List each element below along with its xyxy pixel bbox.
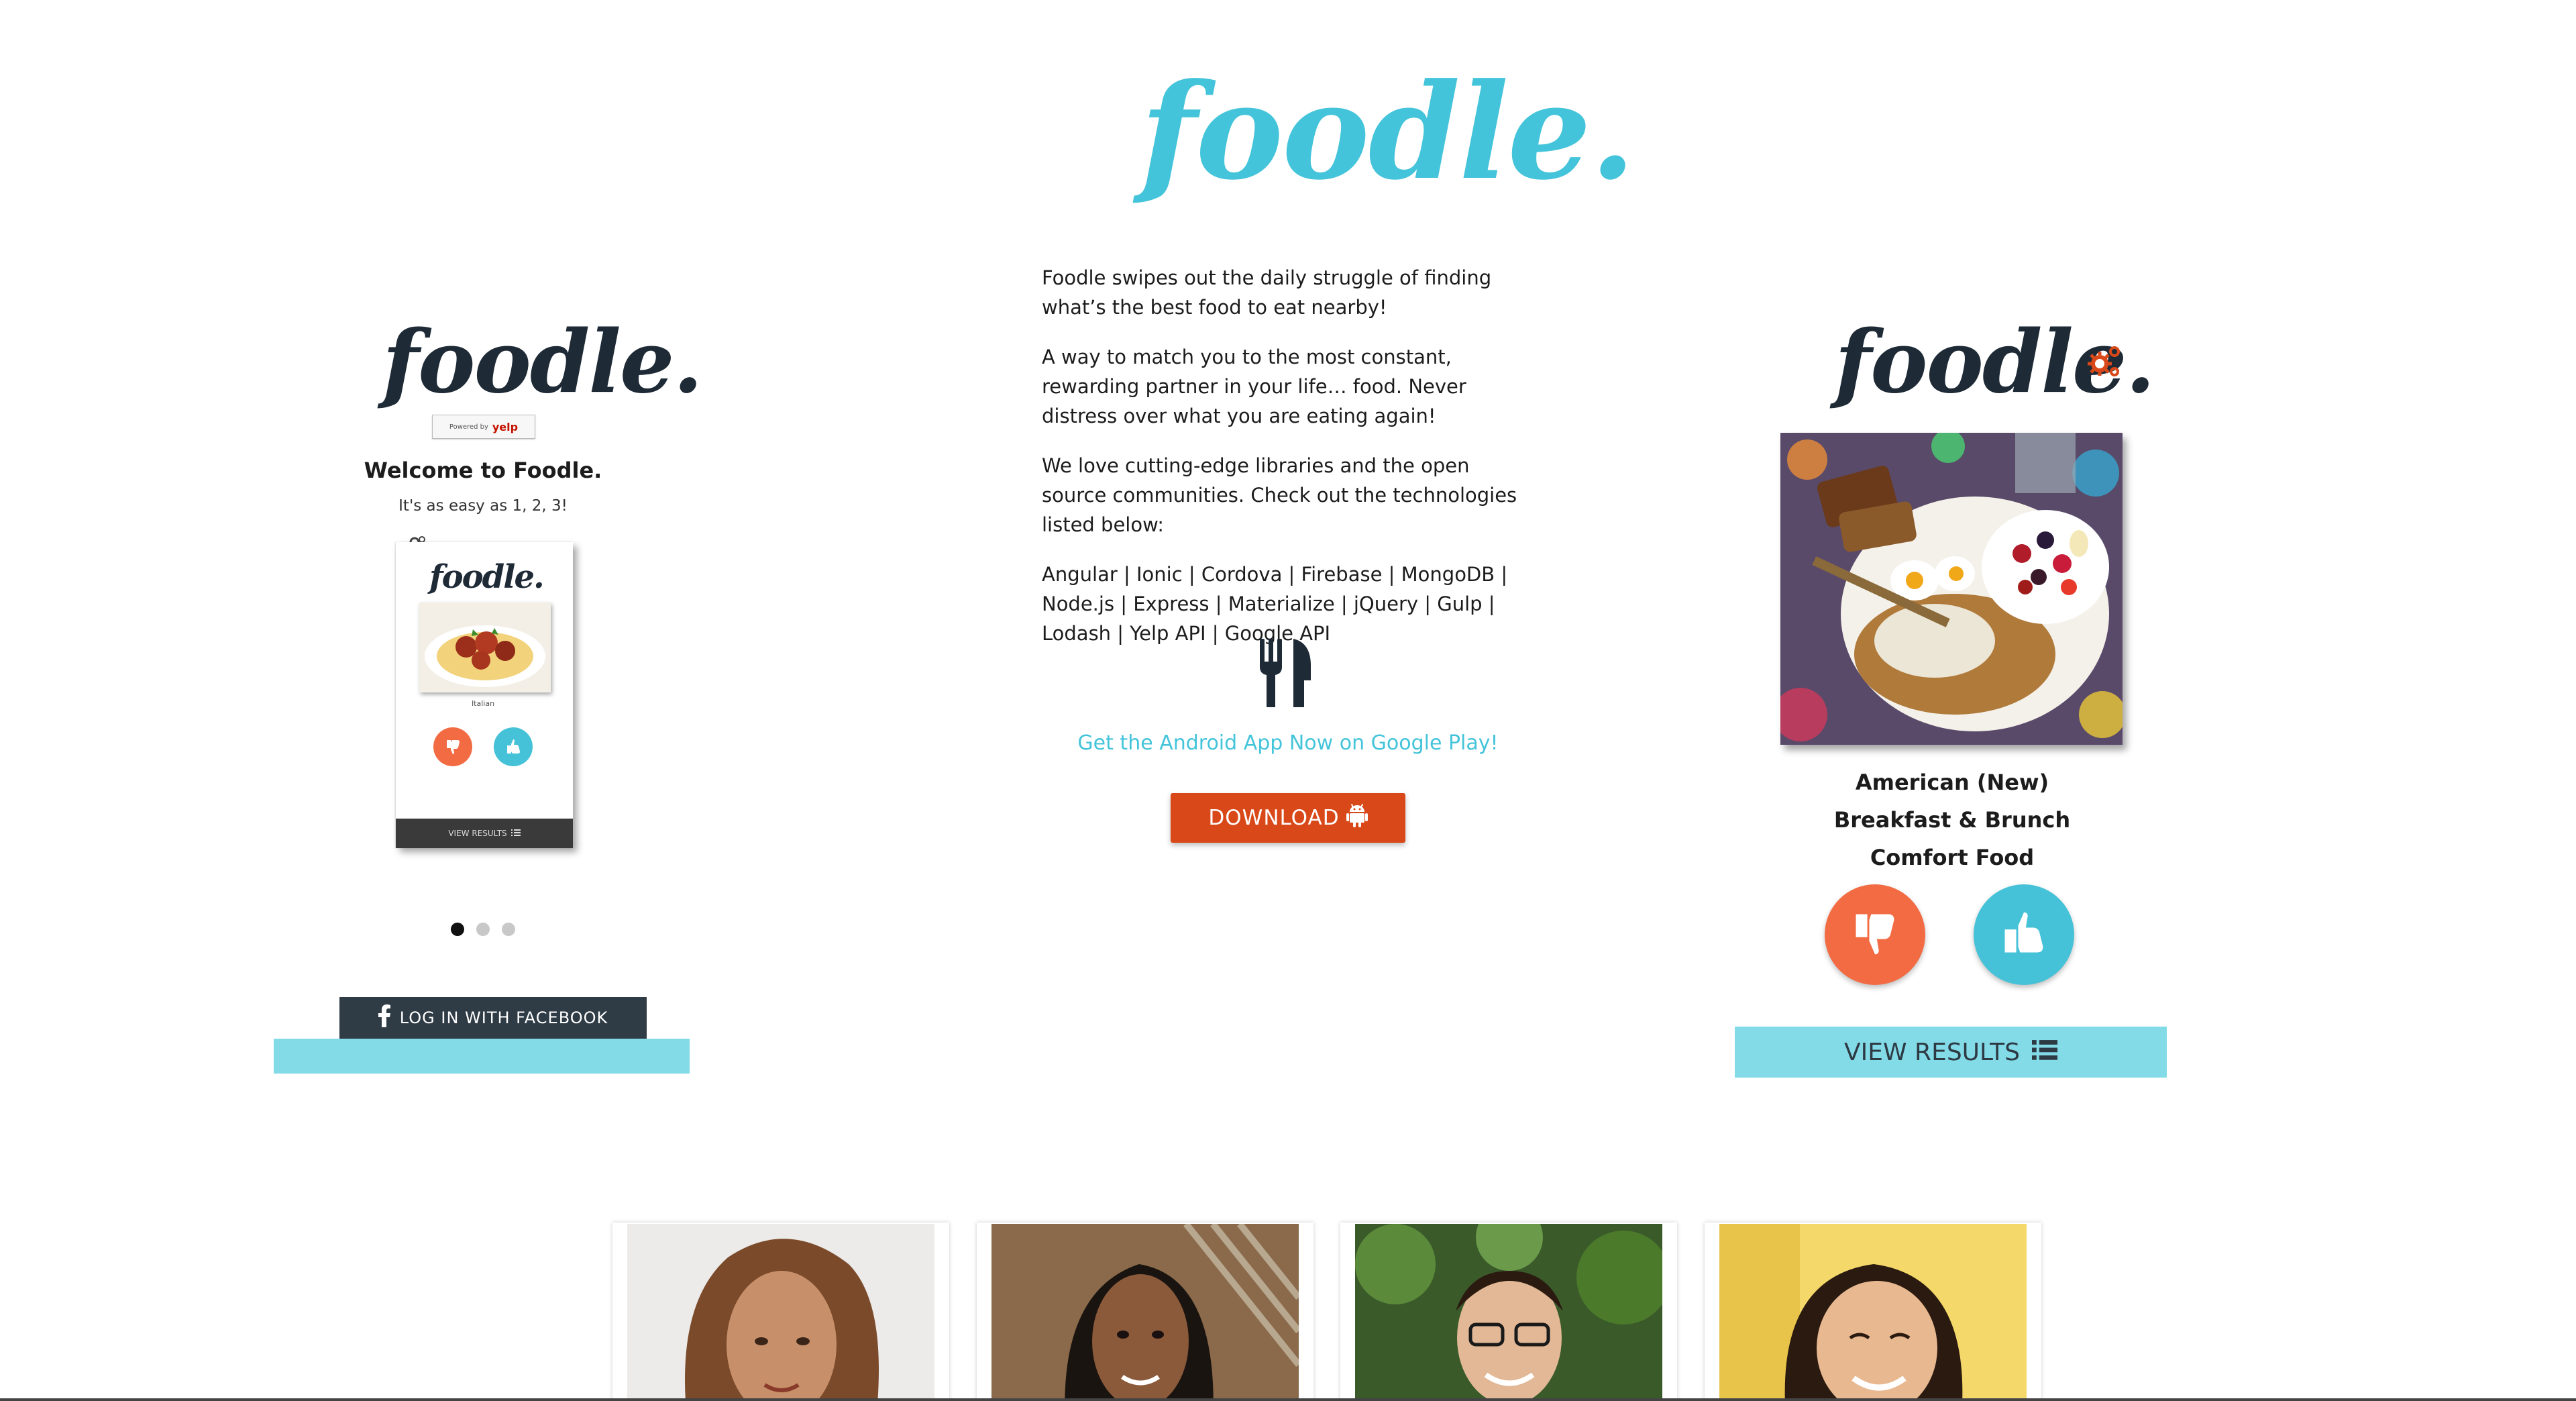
view-results-button[interactable]: VIEW RESULTS — [1735, 1027, 2167, 1078]
landing-page: foodle. Foodle swipes out the daily stru… — [0, 0, 2576, 1401]
facebook-login-button[interactable]: LOG IN WITH FACEBOOK — [339, 997, 647, 1039]
gears-icon[interactable] — [2085, 342, 2125, 382]
category-label: Comfort Food — [1870, 845, 2035, 870]
team-member-photo — [1355, 1224, 1662, 1401]
powered-by-yelp-badge: Powered by yelp — [432, 415, 535, 439]
logo-text: foodle. — [429, 558, 545, 596]
team-member-photo — [627, 1224, 934, 1401]
view-results-label: VIEW RESULTS — [1844, 1038, 2020, 1066]
mini-foodle-logo: foodle. — [429, 557, 545, 597]
team-member-photo — [1719, 1224, 2027, 1401]
intro-paragraph: We love cutting-edge libraries and the o… — [1042, 454, 1517, 536]
team-member-card — [1705, 1223, 2041, 1401]
welcome-title: Welcome to Foodle. — [364, 458, 602, 483]
carousel-dot[interactable] — [476, 923, 490, 936]
bottom-edge-line — [0, 1398, 2576, 1401]
fork-knife-icon — [1256, 636, 1316, 710]
logo-text: foodle. — [1140, 55, 1635, 209]
foodle-logo: foodle. — [1140, 62, 1635, 216]
pasta-photo — [419, 603, 551, 692]
intro-paragraph: Foodle swipes out the daily struggle of … — [1042, 266, 1492, 319]
thumbs-up-icon — [1999, 909, 2049, 961]
mini-thumbs-down-icon — [433, 727, 472, 766]
android-app-link[interactable]: Get the Android App Now on Google Play! — [1046, 727, 1529, 760]
like-button[interactable] — [1974, 884, 2074, 985]
download-label: DOWNLOAD — [1208, 806, 1340, 830]
mini-category-caption: Italian — [471, 699, 495, 708]
team-member-photo — [991, 1224, 1299, 1401]
download-button[interactable]: DOWNLOAD — [1171, 793, 1405, 843]
welcome-subtitle: It's as easy as 1, 2, 3! — [398, 497, 568, 515]
list-icon — [2031, 1039, 2057, 1066]
carousel-dot[interactable] — [502, 923, 515, 936]
footer-bar — [274, 1039, 690, 1074]
android-icon — [1346, 803, 1368, 833]
dislike-button[interactable] — [1825, 884, 1925, 985]
yelp-logo: yelp — [492, 420, 519, 433]
mini-view-results-bar: VIEW RESULTS — [396, 819, 573, 848]
mock-foodle-logo: foodle. — [382, 305, 703, 419]
intro-description: Foodle swipes out the daily struggle of … — [1042, 263, 1538, 668]
facebook-icon — [378, 1004, 390, 1031]
thumbs-down-icon — [1850, 909, 1900, 961]
mini-view-results-label: VIEW RESULTS — [448, 829, 507, 838]
team-member-card — [612, 1223, 949, 1401]
carousel-dot-active[interactable] — [451, 923, 464, 936]
facebook-login-label: LOG IN WITH FACEBOOK — [399, 1008, 608, 1027]
intro-paragraph: A way to match you to the most constant,… — [1042, 346, 1466, 427]
restaurant-food-photo — [1780, 433, 2123, 745]
powered-by-text: Powered by — [449, 423, 488, 431]
logo-text: foodle. — [382, 312, 703, 413]
category-label: Breakfast & Brunch — [1833, 807, 2071, 833]
mini-thumbs-up-icon — [494, 727, 533, 766]
list-icon — [511, 829, 521, 838]
team-member-card — [1340, 1223, 1677, 1401]
category-label: American (New) — [1855, 770, 2049, 795]
card-foodle-logo: foodle. — [1835, 305, 2155, 419]
technologies-list: Angular | Ionic | Cordova | Firebase | M… — [1042, 563, 1508, 645]
team-member-card — [977, 1223, 1313, 1401]
